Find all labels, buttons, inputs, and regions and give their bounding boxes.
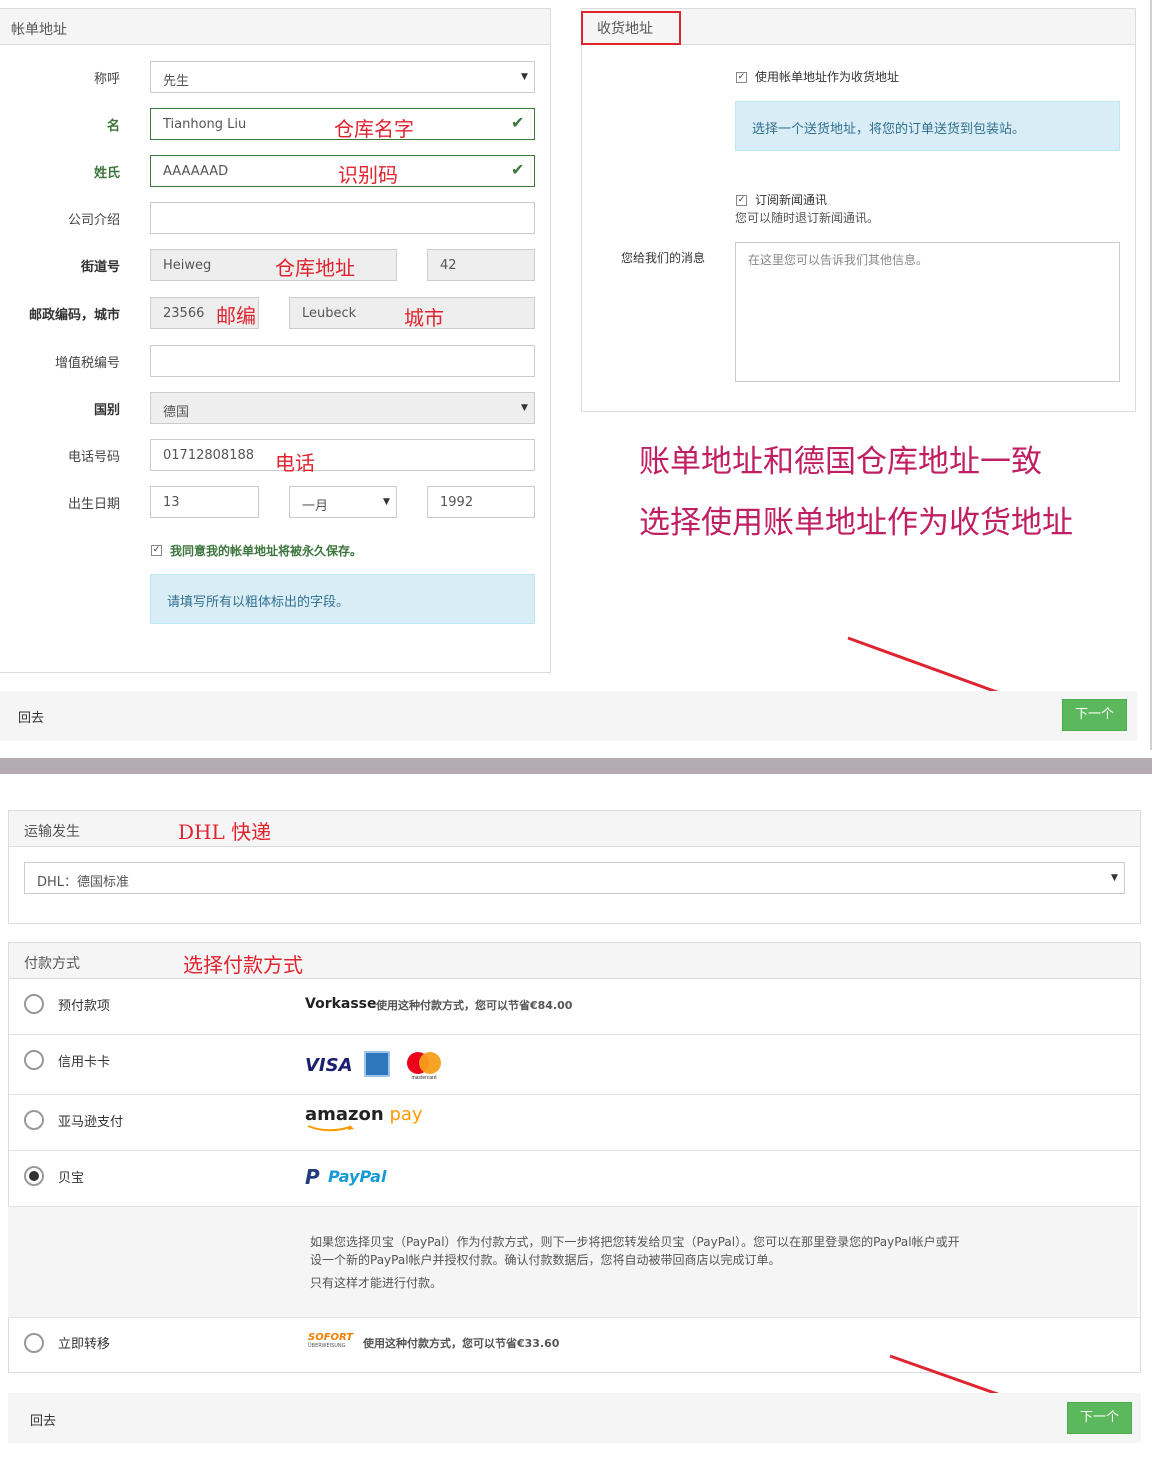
paypal-radio[interactable] bbox=[24, 1166, 44, 1186]
city-note: 城市 bbox=[404, 306, 444, 330]
save-address-label: 我同意我的帐单地址将被永久保存。 bbox=[170, 544, 363, 558]
sofort-sub: ÜBERWEISUNG bbox=[308, 1343, 346, 1349]
zip-city-label: 邮政编码，城市 bbox=[28, 308, 120, 323]
lastname-note: 识别码 bbox=[338, 163, 398, 187]
payment-row-separator bbox=[8, 1150, 1141, 1151]
amex-logo bbox=[364, 1051, 390, 1077]
chevron-down-icon: ▼ bbox=[521, 72, 528, 82]
payment-row-separator bbox=[8, 1317, 1141, 1318]
section-divider bbox=[0, 758, 1152, 774]
paypal-p-icon: P bbox=[305, 1165, 320, 1189]
birth-month-select[interactable]: 一月 bbox=[289, 486, 397, 518]
birth-year-input[interactable]: 1992 bbox=[427, 486, 535, 518]
payment-row-separator bbox=[8, 1034, 1141, 1035]
payment-note: 选择付款方式 bbox=[183, 953, 303, 977]
amazon-pay-logo: amazon pay bbox=[305, 1104, 423, 1125]
prepayment-label: 预付款项 bbox=[58, 999, 111, 1014]
save-address-checkbox[interactable]: ✓ bbox=[151, 545, 162, 556]
next-button-1[interactable]: 下一个 bbox=[1062, 699, 1127, 731]
prepayment-discount: 使用这种付款方式，您可以节省€84.00 bbox=[376, 999, 573, 1012]
mastercard-text: mastercard bbox=[411, 1075, 436, 1081]
message-label: 您给我们的消息 bbox=[620, 251, 705, 265]
house-number-input[interactable]: 42 bbox=[427, 249, 535, 281]
birth-day-input[interactable]: 13 bbox=[150, 486, 259, 518]
country-value: 德国 bbox=[163, 405, 190, 420]
newsletter-checkbox[interactable]: ✓ bbox=[736, 195, 747, 206]
firstname-label: 名 bbox=[106, 119, 120, 134]
amazon-smile-icon bbox=[307, 1125, 354, 1132]
sofort-discount: 使用这种付款方式，您可以节省€33.60 bbox=[363, 1337, 560, 1350]
sofort-text: SOFORT bbox=[308, 1332, 354, 1343]
phone-input[interactable]: 01712808188 bbox=[150, 439, 535, 471]
visa-logo: VISA bbox=[305, 1055, 353, 1076]
shipping-method-value: DHL：德国标准 bbox=[37, 875, 130, 890]
street-input[interactable]: Heiweg bbox=[150, 249, 397, 281]
shipping-method-select[interactable]: DHL：德国标准 bbox=[24, 862, 1125, 894]
message-placeholder: 在这里您可以告诉我们其他信息。 bbox=[748, 253, 929, 267]
paypal-info-line3: 只有这样才能进行付款。 bbox=[310, 1276, 443, 1290]
sofort-radio[interactable] bbox=[24, 1333, 44, 1353]
country-label: 国别 bbox=[93, 403, 120, 418]
footer-bar-1 bbox=[0, 691, 1137, 741]
phone-label: 电话号码 bbox=[67, 450, 120, 465]
chevron-down-icon: ▼ bbox=[1111, 873, 1118, 883]
sofort-logo: SOFORT ÜBERWEISUNG bbox=[308, 1333, 356, 1351]
newsletter-sub: 您可以随时退订新闻通讯。 bbox=[735, 211, 880, 225]
street-note: 仓库地址 bbox=[275, 256, 355, 280]
shipping-info: 选择一个送货地址，将您的订单送货到包装站。 bbox=[735, 101, 1120, 151]
annotation-line1: 账单地址和德国仓库地址一致 bbox=[639, 444, 1042, 480]
mastercard-logo: mastercard bbox=[407, 1052, 441, 1081]
use-billing-label: 使用帐单地址作为收货地址 bbox=[755, 70, 900, 84]
shipping-title: 收货地址 bbox=[597, 21, 653, 37]
company-label: 公司介绍 bbox=[67, 213, 120, 228]
vorkasse-logo: Vorkasse bbox=[305, 996, 377, 1012]
newsletter-label: 订阅新闻通讯 bbox=[755, 193, 828, 207]
amazon-text: amazon bbox=[305, 1104, 384, 1125]
birth-month-value: 一月 bbox=[302, 499, 329, 514]
message-textarea[interactable]: 在这里您可以告诉我们其他信息。 bbox=[735, 242, 1120, 382]
birthday-label: 出生日期 bbox=[67, 497, 120, 512]
check-icon: ✔ bbox=[511, 160, 525, 179]
lastname-label: 姓氏 bbox=[93, 166, 120, 181]
pay-text: pay bbox=[389, 1104, 423, 1125]
billing-title: 帐单地址 bbox=[0, 9, 550, 45]
paypal-info-line1: 如果您选择贝宝（PayPal）作为付款方式，则下一步将把您转发给贝宝（PayPa… bbox=[310, 1235, 960, 1249]
sofort-label: 立即转移 bbox=[58, 1337, 111, 1352]
credit-card-label: 信用卡卡 bbox=[58, 1055, 111, 1070]
chevron-down-icon: ▼ bbox=[521, 403, 528, 413]
salutation-select[interactable]: 先生 bbox=[150, 61, 535, 93]
amazon-pay-radio[interactable] bbox=[24, 1110, 44, 1130]
annotation-line2: 选择使用账单地址作为收货地址 bbox=[639, 505, 1073, 541]
street-label: 街道号 bbox=[80, 260, 120, 275]
paypal-label: 贝宝 bbox=[58, 1171, 85, 1186]
check-icon: ✔ bbox=[511, 113, 525, 132]
zip-note: 邮编 bbox=[216, 304, 256, 328]
footer-bar-2 bbox=[8, 1393, 1141, 1443]
back-link-2[interactable]: 回去 bbox=[30, 1410, 56, 1429]
back-link-1[interactable]: 回去 bbox=[18, 707, 44, 726]
next-button-2[interactable]: 下一个 bbox=[1067, 1402, 1132, 1434]
credit-card-radio[interactable] bbox=[24, 1050, 44, 1070]
prepayment-radio[interactable] bbox=[24, 994, 44, 1014]
phone-note: 电话 bbox=[275, 451, 315, 475]
vat-label: 增值税编号 bbox=[54, 356, 120, 371]
vat-input[interactable] bbox=[150, 345, 535, 377]
use-billing-checkbox[interactable]: ✓ bbox=[736, 72, 747, 83]
paypal-info-line2: 设一个新的PayPal帐户并授权付款。确认付款数据后，您将自动被带回商店以完成订… bbox=[310, 1253, 781, 1267]
paypal-logo: PayPal bbox=[328, 1167, 387, 1186]
payment-row-separator bbox=[8, 1094, 1141, 1095]
chevron-down-icon: ▼ bbox=[383, 497, 390, 507]
firstname-note: 仓库名字 bbox=[334, 117, 414, 141]
salutation-value: 先生 bbox=[163, 74, 190, 89]
amazon-pay-label: 亚马逊支付 bbox=[58, 1115, 124, 1130]
payment-title: 付款方式 bbox=[9, 943, 1140, 979]
required-info: 请填写所有以粗体标出的字段。 bbox=[150, 574, 535, 624]
salutation-label: 称呼 bbox=[93, 72, 120, 87]
shipping-method-note: DHL 快递 bbox=[178, 820, 272, 844]
country-select[interactable]: 德国 bbox=[150, 392, 535, 424]
company-input[interactable] bbox=[150, 202, 535, 234]
